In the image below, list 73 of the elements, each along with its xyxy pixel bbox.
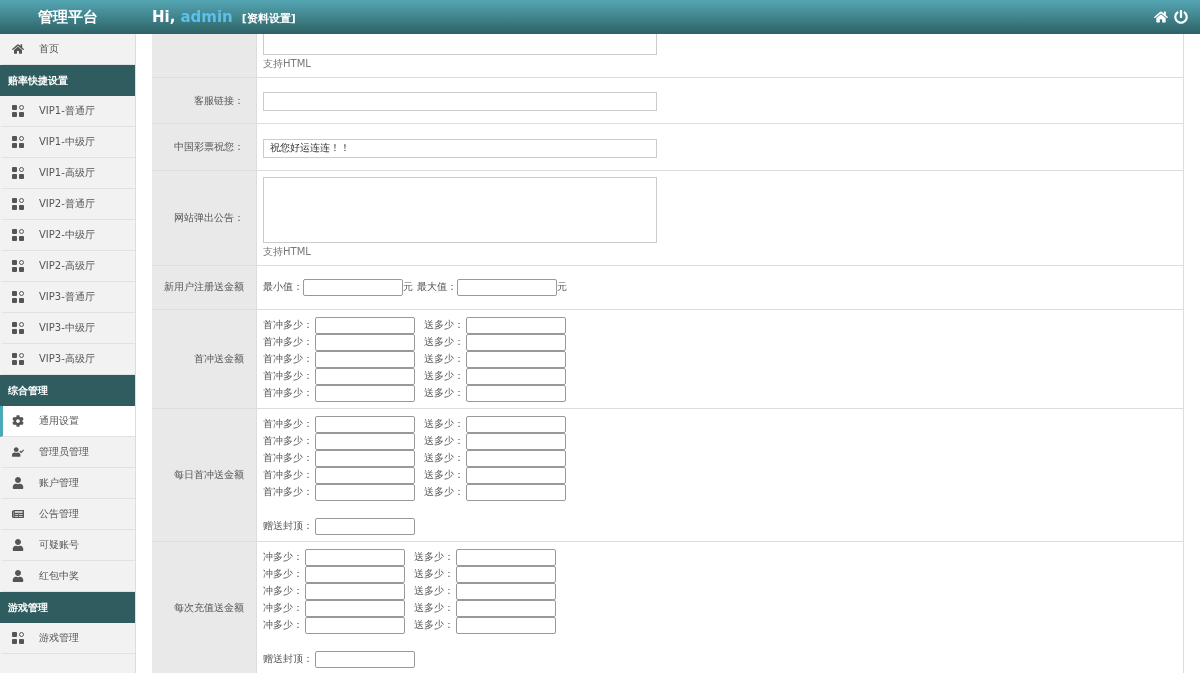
row-label: 网站弹出公告：: [174, 210, 244, 225]
field-label: 送多少：: [414, 601, 454, 615]
row-label: 每日首冲送金额: [174, 467, 244, 482]
field-label: 首冲多少：: [263, 352, 313, 366]
home-icon: [11, 43, 25, 55]
field-label: 首冲多少：: [263, 417, 313, 431]
unit-text: 元: [557, 280, 567, 294]
field-label: 赠送封顶：: [263, 652, 313, 666]
apps-icon: [12, 632, 24, 644]
field-label: 赠送封顶：: [263, 519, 313, 533]
row-label: 每次充值送金额: [174, 600, 244, 615]
apps-icon: [12, 198, 24, 210]
field-label: 首冲多少：: [263, 485, 313, 499]
field-label: 冲多少：: [263, 550, 303, 564]
field-label: 送多少：: [424, 335, 464, 349]
hint-text: 支持HTML: [263, 57, 312, 71]
brand-title: 管理平台: [36, 7, 99, 27]
field-label: 送多少：: [424, 386, 464, 400]
field-label: 首冲多少：: [263, 434, 313, 448]
apps-icon: [12, 167, 24, 179]
apps-icon: [12, 229, 24, 241]
field-label: 送多少：: [424, 434, 464, 448]
field-label: 最大值：: [417, 280, 457, 294]
sidebar-section: 综合管理: [0, 375, 135, 406]
greeting-text: Hi,: [152, 8, 176, 26]
field-label: 首冲多少：: [263, 386, 313, 400]
apps-icon: [12, 136, 24, 148]
row-label: 新用户注册送金额: [164, 280, 244, 294]
sidebar-item[interactable]: 通用设置: [0, 406, 135, 437]
sidebar-section: 赔率快捷设置: [0, 65, 135, 96]
apps-icon: [12, 105, 24, 117]
field-label: 首冲多少：: [263, 335, 313, 349]
field-label: 送多少：: [424, 369, 464, 383]
field-label: 送多少：: [414, 618, 454, 632]
field-label: 送多少：: [424, 451, 464, 465]
field-label: 送多少：: [424, 468, 464, 482]
field-label: 首冲多少：: [263, 451, 313, 465]
apps-icon: [12, 291, 24, 303]
unit-text: 元: [403, 280, 413, 294]
field-label: 最小值：: [263, 280, 303, 294]
field-label: 送多少：: [414, 550, 454, 564]
apps-icon: [12, 353, 24, 365]
field-label: 送多少：: [424, 352, 464, 366]
field-label: 首冲多少：: [263, 468, 313, 482]
field-label: 送多少：: [414, 567, 454, 581]
field-label: 送多少：: [424, 417, 464, 431]
apps-icon: [12, 260, 24, 272]
field-label: 冲多少：: [263, 584, 303, 598]
field-label: 首冲多少：: [263, 318, 313, 332]
hint-text: 支持HTML: [263, 244, 312, 259]
row-label: 客服链接：: [194, 93, 244, 108]
field-label: 冲多少：: [263, 601, 303, 615]
field-label: 送多少：: [414, 584, 454, 598]
newspaper-icon: [11, 508, 25, 520]
user-check-icon: [11, 446, 25, 458]
apps-icon: [12, 322, 24, 334]
row-label: 中国彩票祝您：: [174, 139, 244, 154]
sidebar-section: 游戏管理: [0, 592, 135, 623]
row-label: 首冲送金额: [194, 351, 244, 366]
user-name: admin: [180, 8, 233, 26]
user-icon: [11, 570, 25, 582]
input-field[interactable]: 祝您好运连连！！: [263, 138, 657, 158]
user-icon: [11, 477, 25, 489]
field-label: 冲多少：: [263, 567, 303, 581]
field-label: 冲多少：: [263, 618, 303, 632]
field-label: 首冲多少：: [263, 369, 313, 383]
gear-icon: [11, 415, 25, 427]
field-label: 送多少：: [424, 485, 464, 499]
field-label: 送多少：: [424, 318, 464, 332]
profile-link[interactable]: [资料设置]: [241, 11, 296, 26]
user-icon: [11, 539, 25, 551]
home-icon[interactable]: [1154, 10, 1168, 24]
power-icon[interactable]: [1174, 10, 1188, 24]
